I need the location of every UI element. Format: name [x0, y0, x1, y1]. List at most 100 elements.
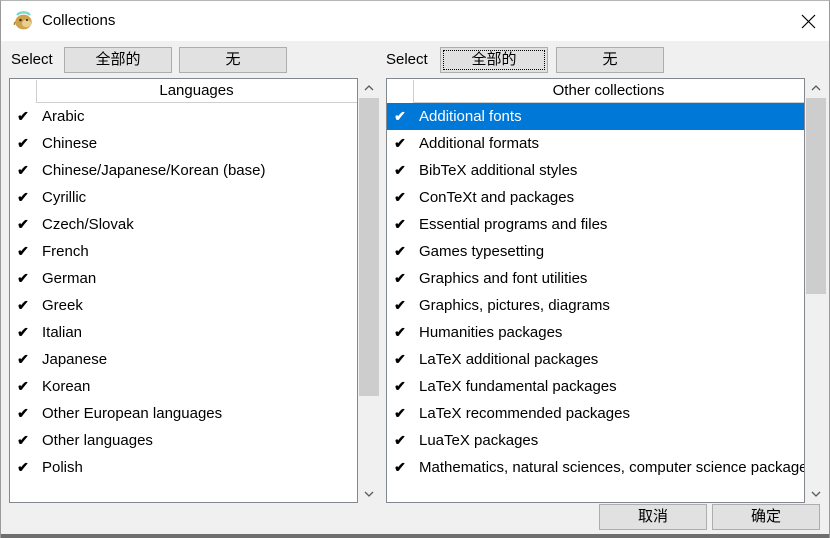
list-item[interactable]: ✔ Additional formats [387, 130, 804, 157]
texlive-lion-icon [13, 11, 34, 31]
list-item[interactable]: ✔ Chinese/Japanese/Korean (base) [10, 157, 357, 184]
check-icon: ✔ [10, 432, 36, 449]
other-collections-header-label: Other collections [413, 79, 804, 103]
list-item-label: ConTeXt and packages [419, 189, 574, 206]
check-icon: ✔ [387, 378, 413, 395]
check-icon: ✔ [387, 270, 413, 287]
list-item-label: Czech/Slovak [42, 216, 134, 233]
list-item-label: Essential programs and files [419, 216, 607, 233]
list-item-label: Mathematics, natural sciences, computer … [419, 459, 804, 476]
scroll-up-button[interactable] [358, 78, 380, 97]
list-item[interactable]: ✔ BibTeX additional styles [387, 157, 804, 184]
list-item-label: LaTeX recommended packages [419, 405, 630, 422]
list-item[interactable]: ✔ Games typesetting [387, 238, 804, 265]
list-item[interactable]: ✔LaTeX recommended packages [387, 400, 804, 427]
check-icon: ✔ [387, 297, 413, 314]
list-item-label: Graphics, pictures, diagrams [419, 297, 610, 314]
check-icon: ✔ [10, 243, 36, 260]
check-icon: ✔ [387, 324, 413, 341]
scroll-down-button[interactable] [358, 484, 380, 503]
list-item-label: Korean [42, 378, 90, 395]
scroll-up-button[interactable] [805, 78, 827, 97]
left-select-none-button[interactable]: 无 [179, 47, 287, 73]
list-item[interactable]: ✔Czech/Slovak [10, 211, 357, 238]
list-item-label: Arabic [42, 108, 85, 125]
list-item[interactable]: ✔ Polish [10, 454, 357, 481]
check-icon: ✔ [10, 162, 36, 179]
list-item-label: Games typesetting [419, 243, 544, 260]
check-icon: ✔ [387, 432, 413, 449]
list-item[interactable]: ✔ LaTeX fundamental packages [387, 373, 804, 400]
check-icon: ✔ [387, 108, 413, 125]
list-item[interactable]: ✔Cyrillic [10, 184, 357, 211]
list-item[interactable]: ✔Graphics and font utilities [387, 265, 804, 292]
list-item-label: BibTeX additional styles [419, 162, 577, 179]
check-icon: ✔ [387, 243, 413, 260]
languages-scrollbar[interactable] [358, 78, 380, 503]
check-icon: ✔ [10, 351, 36, 368]
list-item[interactable]: ✔ Essential programs and files [387, 211, 804, 238]
list-item[interactable]: ✔ Korean [10, 373, 357, 400]
scroll-down-button[interactable] [805, 484, 827, 503]
scrollbar-thumb[interactable] [359, 98, 379, 396]
check-icon: ✔ [387, 162, 413, 179]
close-button[interactable] [794, 9, 822, 33]
scrollbar-thumb[interactable] [806, 98, 826, 294]
check-icon: ✔ [10, 297, 36, 314]
list-item[interactable]: ✔ Arabic [10, 103, 357, 130]
chevron-up-icon [811, 85, 821, 91]
list-item-label: French [42, 243, 89, 260]
list-item[interactable]: ✔ Chinese [10, 130, 357, 157]
check-icon: ✔ [10, 324, 36, 341]
check-icon: ✔ [10, 405, 36, 422]
list-item[interactable]: ✔ LuaTeX packages [387, 427, 804, 454]
other-collections-scrollbar[interactable] [805, 78, 827, 503]
list-item-label: Chinese [42, 135, 97, 152]
left-select-all-button[interactable]: 全部的 [64, 47, 172, 73]
check-icon: ✔ [10, 459, 36, 476]
list-item[interactable]: ✔Greek [10, 292, 357, 319]
right-select-all-button[interactable]: 全部的 [440, 47, 548, 73]
ok-button[interactable]: 确定 [712, 504, 820, 530]
check-icon: ✔ [10, 135, 36, 152]
right-select-none-button[interactable]: 无 [556, 47, 664, 73]
check-icon: ✔ [387, 459, 413, 476]
other-collections-list: Other collections ✔ Additional fonts ✔ Add… [386, 78, 805, 503]
list-item[interactable]: ✔ Japanese [10, 346, 357, 373]
list-item[interactable]: ✔ Mathematics, natural sciences, computer… [387, 454, 804, 481]
list-item[interactable]: ✔ Humanities packages [387, 319, 804, 346]
list-item[interactable]: ✔ Other European languages [10, 400, 357, 427]
check-icon: ✔ [10, 378, 36, 395]
close-icon [801, 14, 816, 29]
right-select-label: Select [386, 46, 428, 73]
check-icon: ✔ [387, 351, 413, 368]
check-icon: ✔ [10, 108, 36, 125]
list-item[interactable]: ✔ Graphics, pictures, diagrams [387, 292, 804, 319]
list-item-label: Japanese [42, 351, 107, 368]
cancel-button[interactable]: 取消 [599, 504, 707, 530]
list-item[interactable]: ✔ConTeXt and packages [387, 184, 804, 211]
list-item-label: Humanities packages [419, 324, 562, 341]
list-item[interactable]: ✔ French [10, 238, 357, 265]
list-item[interactable]: ✔ Other languages [10, 427, 357, 454]
check-icon: ✔ [387, 216, 413, 233]
check-icon: ✔ [10, 189, 36, 206]
list-item-label: LuaTeX packages [419, 432, 538, 449]
list-item-label: Additional fonts [419, 108, 522, 125]
list-item[interactable]: ✔LaTeX additional packages [387, 346, 804, 373]
list-item-label: Other European languages [42, 405, 222, 422]
list-item-label: German [42, 270, 96, 287]
list-item-selected[interactable]: ✔ Additional fonts [387, 103, 804, 130]
check-icon: ✔ [387, 135, 413, 152]
list-item-label: Italian [42, 324, 82, 341]
list-item[interactable]: ✔ Italian [10, 319, 357, 346]
chevron-down-icon [364, 491, 374, 497]
list-item-label: Polish [42, 459, 83, 476]
list-item-label: Additional formats [419, 135, 539, 152]
list-item-label: Chinese/Japanese/Korean (base) [42, 162, 265, 179]
languages-list: Languages ✔Arabic ✔Chinese ✔Chinese/Japa… [9, 78, 358, 503]
list-item-label: Other languages [42, 432, 153, 449]
list-item[interactable]: ✔German [10, 265, 357, 292]
other-collections-list-header: Other collections [387, 79, 804, 103]
list-item-label: LaTeX fundamental packages [419, 378, 617, 395]
